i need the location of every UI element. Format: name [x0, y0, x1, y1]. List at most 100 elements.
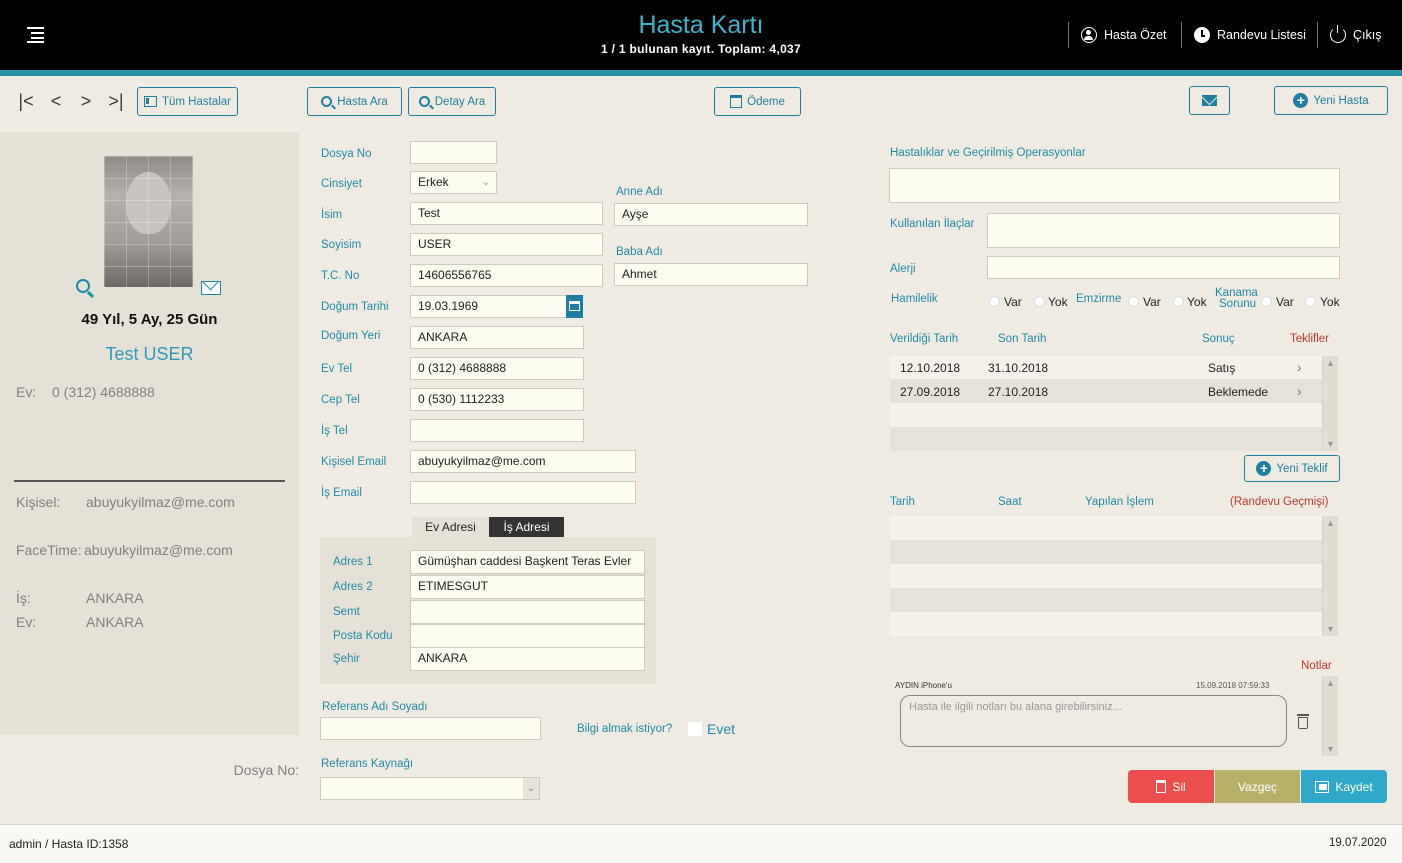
patient-age: 49 Yıl, 5 Ay, 25 Gün: [81, 311, 218, 328]
new-patient-button[interactable]: + Yeni Hasta: [1274, 86, 1388, 115]
tab-home-address[interactable]: Ev Adresi: [412, 517, 489, 537]
allergy-field[interactable]: [987, 256, 1340, 279]
zoom-icon[interactable]: [76, 279, 95, 299]
home-tel-field[interactable]: 0 (312) 4688888: [410, 357, 584, 380]
birth-date-label: Doğum Tarihi: [321, 301, 389, 313]
mother-name-label: Anne Adı: [616, 186, 663, 198]
file-no-footer-label: Dosya No:: [233, 762, 299, 778]
chevron-right-icon[interactable]: ›: [1297, 359, 1302, 375]
pregnancy-no-radio[interactable]: [1034, 296, 1045, 307]
facetime-value: abuyukyilmaz@me.com: [84, 542, 233, 558]
postal-code-field[interactable]: [410, 624, 645, 648]
all-patients-button[interactable]: Tüm Hastalar: [137, 87, 238, 116]
previous-record-icon[interactable]: <: [47, 91, 65, 111]
divider: [14, 480, 285, 482]
send-photo-icon[interactable]: [201, 274, 221, 295]
mobile-tel-field[interactable]: 0 (530) 1112233: [410, 388, 584, 411]
medications-field[interactable]: [987, 213, 1340, 248]
gender-select[interactable]: Erkek ⌄: [410, 171, 497, 194]
last-name-field[interactable]: USER: [410, 233, 603, 256]
father-name-field[interactable]: Ahmet: [614, 263, 808, 286]
file-no-field[interactable]: [410, 141, 497, 164]
scroll-down-icon[interactable]: ▼: [1323, 742, 1338, 756]
city-field[interactable]: ANKARA: [410, 647, 645, 671]
personal-email-field[interactable]: abuyukyilmaz@me.com: [410, 450, 636, 473]
info-request-option: Evet: [707, 721, 736, 737]
diseases-field[interactable]: [889, 168, 1340, 203]
scroll-up-icon[interactable]: ▲: [1323, 516, 1338, 530]
pregnancy-yes-label: Var: [1004, 295, 1022, 309]
offer-date-header: Verildiği Tarih: [890, 333, 959, 345]
home-phone-value: 0 (312) 4688888: [52, 384, 155, 400]
detail-search-button[interactable]: Detay Ara: [408, 87, 496, 116]
patient-summary-button[interactable]: Hasta Özet: [1068, 22, 1167, 48]
chevron-down-icon[interactable]: ⌄: [523, 778, 539, 799]
birth-date-field[interactable]: 19.03.1969: [410, 295, 568, 318]
payment-button[interactable]: Ödeme: [714, 87, 801, 116]
calendar-picker-icon[interactable]: [566, 295, 583, 318]
header-stripe: [0, 70, 1402, 76]
home-city-label: Ev:: [16, 614, 37, 630]
medications-label: Kullanılan İlaçlar: [890, 218, 975, 230]
info-request-checkbox[interactable]: [688, 722, 702, 736]
referral-name-label: Referans Adı Soyadı: [322, 701, 428, 713]
district-field[interactable]: [410, 600, 645, 624]
first-name-field[interactable]: Test: [410, 202, 603, 225]
top-bar: Hasta Kartı 1 / 1 bulunan kayıt. Toplam:…: [0, 0, 1402, 70]
status-user-label: admin / Hasta ID:: [9, 837, 102, 851]
referral-source-label: Referans Kaynağı: [321, 758, 414, 770]
appointment-list-button[interactable]: Randevu Listesi: [1181, 22, 1306, 48]
breastfeeding-no-radio[interactable]: [1173, 296, 1184, 307]
chevron-right-icon[interactable]: ›: [1297, 383, 1302, 399]
bleeding-no-radio[interactable]: [1305, 296, 1316, 307]
referral-name-field[interactable]: [320, 717, 541, 740]
table-row: [890, 564, 1322, 588]
table-row: [890, 427, 1322, 451]
offer-result-header: Sonuç: [1202, 333, 1235, 345]
status-user: admin / Hasta ID:1358: [9, 837, 128, 851]
pregnancy-yes-radio[interactable]: [989, 296, 1000, 307]
birth-place-field[interactable]: ANKARA: [410, 326, 584, 349]
status-patient-id: 1358: [101, 837, 129, 851]
patient-search-button[interactable]: Hasta Ara: [307, 87, 402, 116]
personal-email-field-label: Kişisel Email: [321, 456, 387, 468]
referral-source-select[interactable]: [320, 777, 540, 800]
save-button[interactable]: Kaydet: [1301, 770, 1387, 803]
gender-label: Cinsiyet: [321, 178, 362, 190]
offer-result: Satış: [1208, 361, 1236, 375]
last-record-icon[interactable]: >|: [107, 91, 125, 111]
work-email-field[interactable]: [410, 481, 636, 504]
bleeding-yes-radio[interactable]: [1261, 296, 1272, 307]
scroll-down-icon[interactable]: ▼: [1323, 622, 1338, 636]
logout-label: Çıkış: [1353, 28, 1382, 42]
scroll-up-icon[interactable]: ▲: [1323, 356, 1338, 370]
next-record-icon[interactable]: >: [77, 91, 95, 111]
offers-title: Teklifler: [1290, 333, 1329, 345]
breastfeeding-yes-label: Var: [1143, 295, 1161, 309]
scroll-down-icon[interactable]: ▼: [1323, 437, 1338, 451]
patient-photo[interactable]: [104, 156, 193, 287]
logout-button[interactable]: Çıkış: [1317, 22, 1381, 48]
trash-icon[interactable]: [1297, 714, 1309, 729]
note-input[interactable]: Hasta ile ilgili notları bu alana girebi…: [900, 695, 1287, 747]
table-row: [890, 403, 1322, 427]
new-offer-button[interactable]: + Yeni Teklif: [1244, 455, 1340, 482]
patient-name: Test USER: [105, 344, 194, 364]
mother-name-field[interactable]: Ayşe: [614, 203, 808, 226]
tc-no-field[interactable]: 14606556765: [410, 264, 603, 287]
offers-scrollbar[interactable]: ▲ ▼: [1322, 356, 1338, 451]
address2-field[interactable]: ETIMESGUT: [410, 575, 645, 599]
notes-scrollbar[interactable]: ▲ ▼: [1322, 676, 1338, 756]
appointments-scrollbar[interactable]: ▲ ▼: [1322, 516, 1338, 636]
delete-button[interactable]: Sil: [1128, 770, 1214, 803]
breastfeeding-yes-radio[interactable]: [1128, 296, 1139, 307]
work-tel-field[interactable]: [410, 419, 584, 442]
cancel-button[interactable]: Vazgeç: [1215, 770, 1300, 803]
email-button[interactable]: [1189, 86, 1230, 115]
address1-field[interactable]: Gümüşhan caddesi Başkent Teras Evler: [410, 550, 645, 574]
first-record-icon[interactable]: |<: [17, 91, 35, 111]
tab-work-address[interactable]: İş Adresi: [489, 517, 564, 537]
bleeding-label: Kanama Sorunu: [1215, 287, 1258, 310]
procedure-header: Yapılan İşlem: [1085, 496, 1154, 508]
scroll-up-icon[interactable]: ▲: [1323, 676, 1338, 690]
